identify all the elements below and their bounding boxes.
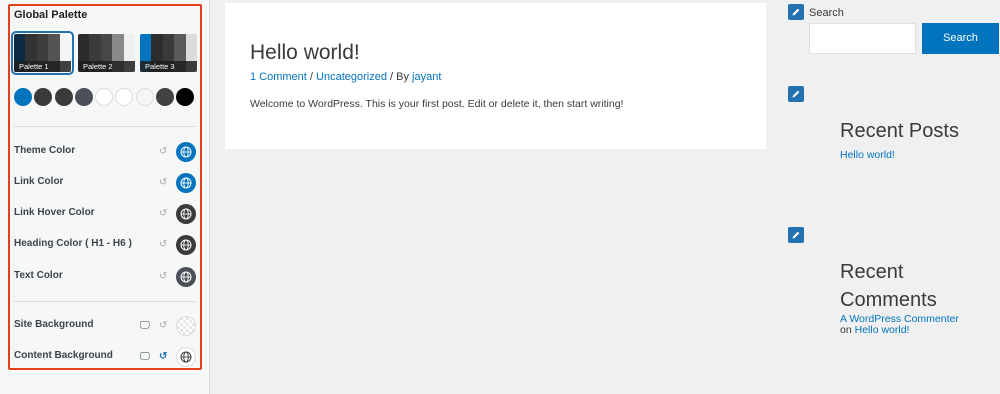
desktop-icon[interactable]: 🖵 <box>140 319 150 333</box>
edit-shortcut-pencil-icon[interactable] <box>788 4 804 20</box>
palette-label: Palette 1 <box>14 61 71 72</box>
globe-icon <box>180 208 192 220</box>
reset-icon[interactable]: ↺ <box>159 270 167 284</box>
link-hover-color-row: Link Hover Color ↺ <box>14 204 198 224</box>
text-color-label: Text Color <box>14 270 63 281</box>
recent-comments-title-line: Recent <box>840 261 904 283</box>
comment-on-text: on <box>840 324 855 336</box>
comments-link[interactable]: 1 Comment <box>250 71 307 83</box>
background-picker-button[interactable] <box>176 316 196 336</box>
palette-color-dot[interactable] <box>156 88 174 106</box>
heading-color-row: Heading Color ( H1 - H6 ) ↺ <box>14 235 198 255</box>
color-picker-button[interactable] <box>176 235 196 255</box>
heading-color-label: Heading Color ( H1 - H6 ) <box>14 238 132 249</box>
recent-comments-title: Recent Comments <box>840 258 937 314</box>
content-background-label: Content Background <box>14 350 113 361</box>
reset-icon[interactable]: ↺ <box>159 207 167 221</box>
global-palette-title: Global Palette <box>14 9 88 21</box>
link-color-row: Link Color ↺ <box>14 173 198 193</box>
palette-3[interactable]: Palette 3 <box>140 34 197 72</box>
palette-color-dot[interactable] <box>75 88 93 106</box>
recent-posts-title: Recent Posts <box>840 120 959 142</box>
reset-icon[interactable]: ↺ <box>159 350 167 364</box>
search-input[interactable] <box>809 23 916 54</box>
reset-icon[interactable]: ↺ <box>159 319 167 333</box>
palette-color-dot[interactable] <box>95 88 113 106</box>
palette-color-dot[interactable] <box>176 88 194 106</box>
background-picker-button[interactable] <box>176 347 196 367</box>
recent-comments-title-line: Comments <box>840 289 937 311</box>
reset-icon[interactable]: ↺ <box>159 176 167 190</box>
divider <box>14 301 196 302</box>
palette-label: Palette 2 <box>78 61 135 72</box>
link-color-label: Link Color <box>14 176 64 187</box>
reset-icon[interactable]: ↺ <box>159 238 167 252</box>
post-excerpt: Welcome to WordPress. This is your first… <box>250 98 624 110</box>
color-picker-button[interactable] <box>176 267 196 287</box>
palette-2[interactable]: Palette 2 <box>78 34 135 72</box>
globe-icon <box>180 351 192 363</box>
text-color-row: Text Color ↺ <box>14 267 198 287</box>
palette-color-dot[interactable] <box>136 88 154 106</box>
palette-color-dot[interactable] <box>34 88 52 106</box>
meta-separator: / By <box>386 71 413 83</box>
globe-icon <box>180 146 192 158</box>
search-button[interactable]: Search <box>922 23 999 54</box>
globe-icon <box>180 177 192 189</box>
comment-post-link[interactable]: Hello world! <box>855 324 910 336</box>
globe-icon <box>180 271 192 283</box>
palette-color-dot[interactable] <box>14 88 32 106</box>
site-background-row: Site Background 🖵 ↺ <box>14 316 198 336</box>
palette-color-dot[interactable] <box>115 88 133 106</box>
divider <box>14 126 196 127</box>
palette-1[interactable]: Palette 1 <box>11 31 74 75</box>
link-hover-color-label: Link Hover Color <box>14 207 95 218</box>
color-picker-button[interactable] <box>176 142 196 162</box>
comment-context: on Hello world! <box>840 324 909 336</box>
edit-shortcut-pencil-icon[interactable] <box>788 227 804 243</box>
edit-shortcut-pencil-icon[interactable] <box>788 86 804 102</box>
theme-color-row: Theme Color ↺ <box>14 142 198 162</box>
color-picker-button[interactable] <box>176 173 196 193</box>
content-background-row: Content Background 🖵 ↺ <box>14 347 198 367</box>
search-label: Search <box>809 7 844 19</box>
post-card: Hello world! 1 Comment / Uncategorized /… <box>225 3 766 149</box>
customizer-panel: Global Palette Palette 1 Palette 2 Palet… <box>0 0 210 394</box>
site-background-label: Site Background <box>14 319 94 330</box>
post-title[interactable]: Hello world! <box>250 41 360 65</box>
palette-label: Palette 3 <box>140 61 197 72</box>
palette-color-dot[interactable] <box>55 88 73 106</box>
post-meta: 1 Comment / Uncategorized / By jayant <box>250 71 441 83</box>
meta-separator: / <box>306 71 317 83</box>
category-link[interactable]: Uncategorized <box>316 71 387 83</box>
globe-icon <box>180 239 192 251</box>
recent-post-link[interactable]: Hello world! <box>840 149 895 161</box>
desktop-icon[interactable]: 🖵 <box>140 350 150 364</box>
color-picker-button[interactable] <box>176 204 196 224</box>
author-link[interactable]: jayant <box>412 71 441 83</box>
reset-icon[interactable]: ↺ <box>159 145 167 159</box>
theme-color-label: Theme Color <box>14 145 76 156</box>
